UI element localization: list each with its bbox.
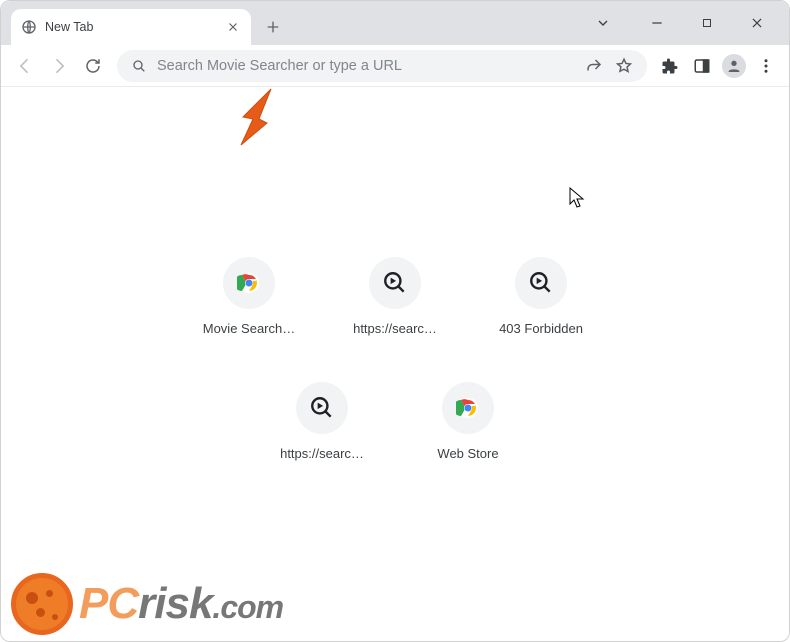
close-window-button[interactable]: [743, 9, 771, 37]
reload-button[interactable]: [77, 50, 109, 82]
forward-button[interactable]: [43, 50, 75, 82]
shortcut-icon: [369, 257, 421, 309]
shortcut-tile[interactable]: Web Store: [410, 372, 526, 471]
shortcut-row: https://searc… Web Store: [165, 372, 625, 471]
new-tab-content: Movie Search… https://searc… 403 Forbidd…: [1, 87, 789, 641]
tab-close-button[interactable]: [225, 19, 241, 35]
shortcut-icon: [296, 382, 348, 434]
shortcut-icon: [223, 257, 275, 309]
shortcut-icon: [515, 257, 567, 309]
shortcut-label: https://searc…: [353, 321, 437, 336]
shortcut-tile[interactable]: https://searc…: [337, 247, 453, 346]
new-tab-button[interactable]: [259, 13, 287, 41]
shortcut-tile[interactable]: 403 Forbidden: [483, 247, 599, 346]
address-bar[interactable]: Search Movie Searcher or type a URL: [117, 50, 647, 82]
tab-new-tab[interactable]: New Tab: [11, 9, 251, 45]
side-panel-button[interactable]: [687, 51, 717, 81]
maximize-button[interactable]: [693, 9, 721, 37]
share-icon[interactable]: [585, 57, 603, 75]
watermark-text: PCrisk.com: [79, 579, 283, 629]
search-icon: [131, 58, 147, 74]
tab-search-button[interactable]: [589, 9, 617, 37]
shortcut-label: https://searc…: [280, 446, 364, 461]
shortcut-tile[interactable]: https://searc…: [264, 372, 380, 471]
back-button[interactable]: [9, 50, 41, 82]
watermark: PCrisk.com: [11, 573, 283, 635]
shortcut-icon: [442, 382, 494, 434]
shortcut-label: Web Store: [437, 446, 498, 461]
titlebar: New Tab: [1, 1, 789, 45]
minimize-button[interactable]: [643, 9, 671, 37]
address-placeholder: Search Movie Searcher or type a URL: [157, 58, 575, 74]
avatar-icon: [722, 54, 746, 78]
toolbar: Search Movie Searcher or type a URL: [1, 45, 789, 87]
extensions-button[interactable]: [655, 51, 685, 81]
shortcut-label: 403 Forbidden: [499, 321, 583, 336]
address-trail: [585, 57, 633, 75]
tab-title: New Tab: [45, 20, 225, 34]
shortcut-label: Movie Search…: [203, 321, 295, 336]
profile-avatar[interactable]: [719, 51, 749, 81]
window-controls: [577, 1, 783, 45]
watermark-badge-icon: [11, 573, 73, 635]
shortcut-row: Movie Search… https://searc… 403 Forbidd…: [165, 247, 625, 346]
shortcut-tile[interactable]: Movie Search…: [191, 247, 307, 346]
globe-icon: [21, 19, 37, 35]
bookmark-star-icon[interactable]: [615, 57, 633, 75]
shortcut-grid: Movie Search… https://searc… 403 Forbidd…: [165, 247, 625, 471]
browser-window: New Tab: [0, 0, 790, 642]
menu-button[interactable]: [751, 51, 781, 81]
